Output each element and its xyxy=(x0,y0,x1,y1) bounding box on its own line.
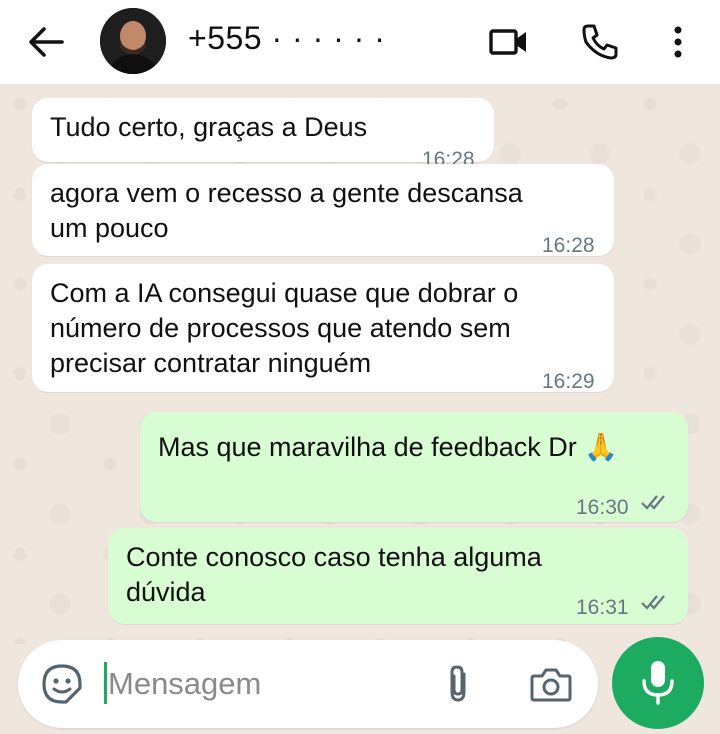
microphone-icon xyxy=(642,661,674,705)
voice-call-button[interactable] xyxy=(576,18,624,66)
message-text: Com a IA consegui quase que dobrar o núm… xyxy=(50,278,519,378)
sticker-icon xyxy=(42,664,82,704)
video-call-icon xyxy=(489,29,526,55)
message-bubble-incoming[interactable]: agora vem o recesso a gente descansa um … xyxy=(32,164,614,257)
voice-message-button[interactable] xyxy=(612,637,704,729)
back-button[interactable] xyxy=(22,18,70,66)
message-input[interactable]: Mensagem xyxy=(108,666,261,702)
double-check-icon xyxy=(641,595,665,610)
message-time: 16:31 xyxy=(576,596,629,619)
more-options-button[interactable] xyxy=(654,18,702,66)
message-bubble-incoming[interactable]: Tudo certo, graças a Deus 16:28 xyxy=(32,98,494,171)
message-text: Tudo certo, graças a Deus xyxy=(50,112,368,142)
message-composer[interactable]: Mensagem xyxy=(18,640,598,728)
paperclip-icon xyxy=(450,665,466,702)
contact-avatar[interactable] xyxy=(100,8,166,74)
contact-name[interactable]: +555 · · · · · · xyxy=(188,20,385,57)
message-text: Mas que maravilha de feedback Dr 🙏 xyxy=(158,432,618,462)
video-call-button[interactable] xyxy=(484,18,532,66)
arrow-left-icon xyxy=(29,27,64,57)
chat-header: +555 · · · · · · xyxy=(0,0,720,84)
avatar-image xyxy=(100,8,166,74)
message-bubble-incoming[interactable]: Com a IA consegui quase que dobrar o núm… xyxy=(32,264,614,393)
phone-icon xyxy=(582,24,618,60)
message-time: 16:30 xyxy=(576,496,629,519)
camera-button[interactable] xyxy=(528,662,574,706)
more-vert-icon xyxy=(674,26,682,58)
chat-area[interactable]: Tudo certo, graças a Deus 16:28 agora ve… xyxy=(0,84,720,644)
text-caret xyxy=(104,662,107,704)
message-bubble-outgoing[interactable]: Mas que maravilha de feedback Dr 🙏 16:30 xyxy=(140,412,688,522)
double-check-icon xyxy=(641,495,665,510)
attach-button[interactable] xyxy=(438,662,482,706)
message-text: Conte conosco caso tenha alguma dúvida xyxy=(126,542,542,607)
sticker-button[interactable] xyxy=(38,660,86,708)
camera-icon xyxy=(530,668,572,702)
message-time: 16:28 xyxy=(542,234,595,257)
message-text: agora vem o recesso a gente descansa um … xyxy=(50,178,523,243)
message-bubble-outgoing[interactable]: Conte conosco caso tenha alguma dúvida 1… xyxy=(108,528,688,624)
message-time: 16:29 xyxy=(542,370,595,393)
